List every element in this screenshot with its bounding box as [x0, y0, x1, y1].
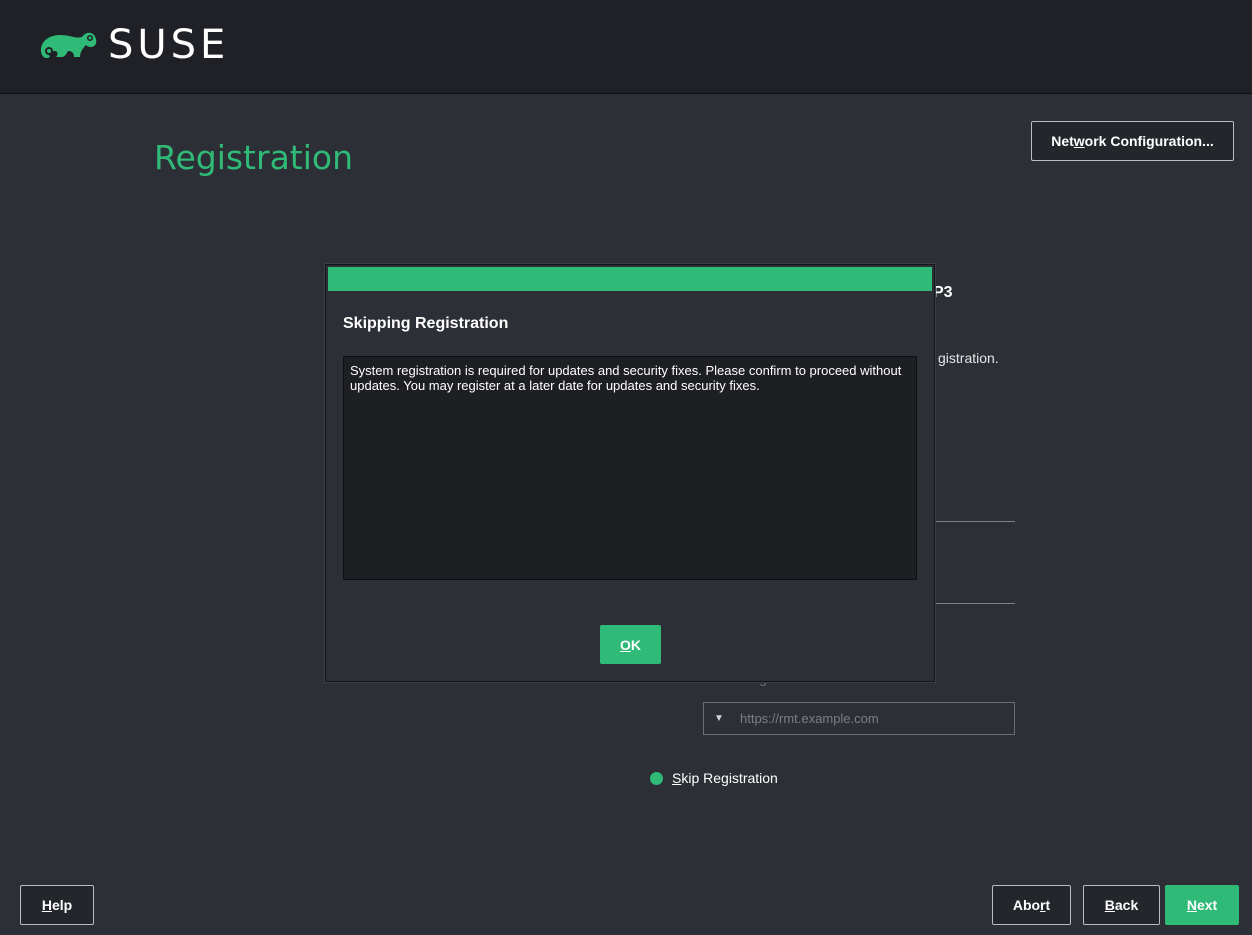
- installer-window: SUSE Registration Net w ork Configuration.…: [0, 0, 1252, 935]
- dialog-title: Skipping Registration: [343, 315, 509, 332]
- local-server-url-placeholder: https://rmt.example.com: [740, 711, 879, 726]
- back-button[interactable]: Back: [1083, 885, 1160, 925]
- registration-text-fragment: gistration.: [938, 350, 999, 366]
- header-bar: SUSE: [0, 0, 1252, 94]
- page-title: Registration: [154, 138, 353, 177]
- product-name-fragment: P3: [933, 284, 953, 301]
- chevron-down-icon[interactable]: ▼: [714, 713, 724, 724]
- network-configuration-button[interactable]: Net w ork Configuration...: [1031, 121, 1234, 161]
- suse-logo: SUSE: [36, 22, 229, 68]
- next-button[interactable]: Next: [1165, 885, 1239, 925]
- regcode-input-underline: [935, 603, 1015, 604]
- brand-name: SUSE: [108, 22, 230, 68]
- radio-selected-icon[interactable]: [650, 771, 663, 785]
- help-button[interactable]: Help: [20, 885, 94, 925]
- ok-button[interactable]: OK: [600, 625, 661, 664]
- email-input-underline: [935, 521, 1015, 522]
- abort-button[interactable]: Abo r t: [992, 885, 1071, 925]
- chameleon-icon: [40, 32, 97, 59]
- dialog-message: System registration is required for upda…: [343, 356, 917, 580]
- local-server-url-combobox[interactable]: ▼ https://rmt.example.com: [703, 702, 1015, 735]
- dialog-accent-bar: [328, 267, 932, 291]
- skip-registration-radio[interactable]: Skip Registration: [650, 770, 778, 786]
- skipping-registration-dialog: Skipping Registration System registratio…: [325, 264, 935, 682]
- skip-registration-label: Skip Registration: [672, 770, 778, 786]
